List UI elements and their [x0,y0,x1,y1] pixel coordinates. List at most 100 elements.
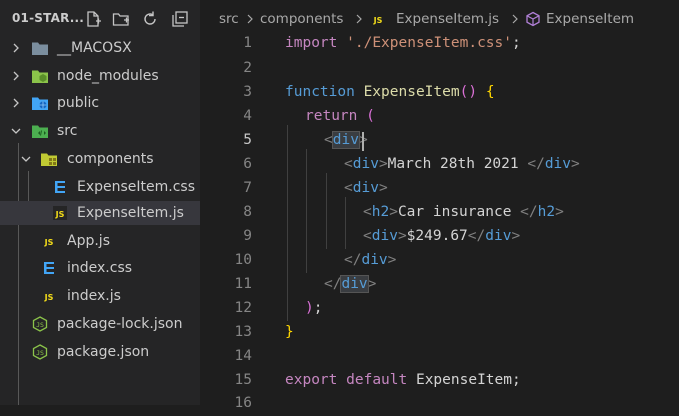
line-number: 6 [243,156,252,172]
tree-item-label: App.js [67,233,110,249]
code-line-15: 15 export default ExpenseItem; [200,369,679,393]
line-number: 2 [243,60,252,76]
line-number: 14 [234,348,252,364]
code-text: ); [305,300,323,316]
code-line-9: 9 <div>$249.67</div> [200,225,679,249]
code-line-8: 8 <h2>Car insurance </h2> [200,201,679,225]
tree-item-macosx[interactable]: __MACOSX [0,36,200,60]
code-line-7: 7 <div> [200,177,679,201]
line-number: 4 [243,108,252,124]
tree-item-label: node_modules [57,68,159,84]
code-line-16: 16 [200,392,679,416]
tree-item-public[interactable]: public [0,91,200,115]
code-line-6: 6 <div>March 28th 2021 </div> [200,153,679,177]
json-file-icon: JS [31,343,49,361]
explorer-header: 01-STAR... [0,0,200,40]
breadcrumb-src[interactable]: src [219,11,239,27]
line-number: 7 [243,180,252,196]
code-line-3: 3 function ExpenseItem() { [200,81,679,105]
code-line-1: 1 import './ExpenseItem.css'; [200,32,679,56]
tree-item-expenseitem-css[interactable]: ExpenseItem.css [0,175,200,199]
new-folder-icon[interactable] [112,10,130,28]
tree-item-package-lock-json[interactable]: JS package-lock.json [0,312,200,336]
code-line-10: 10 </div> [200,249,679,273]
explorer-title[interactable]: 01-STAR... [12,11,84,25]
explorer-sidebar: 01-STAR... __MACOSX node_modules public … [0,0,200,405]
js-file-icon: JS [371,12,385,30]
code-text: } [285,324,294,340]
svg-text:JS: JS [373,16,383,25]
code-line-11: 11 </div> [200,273,679,297]
folder-icon [31,39,49,57]
tree-item-label: index.js [67,288,121,304]
code-text: </div> [324,275,377,293]
svg-text:JS: JS [36,321,44,329]
svg-text:JS: JS [44,238,54,247]
tree-item-src[interactable]: src [0,119,200,143]
breadcrumb-symbol[interactable]: ExpenseItem [546,11,634,27]
tree-item-app-js[interactable]: JS App.js [0,229,200,253]
chevron-down-icon [19,152,33,166]
line-number: 16 [234,395,252,411]
code-line-12: 12 ); [200,297,679,321]
line-number: 9 [243,228,252,244]
code-text: <div>March 28th 2021 </div> [344,156,580,172]
components-folder-icon [40,150,58,168]
chevron-right-icon [247,14,253,24]
line-number: 12 [234,300,252,316]
code-line-2: 2 [200,57,679,81]
line-number: 13 [234,324,252,340]
css-file-icon [40,259,58,277]
line-number: 8 [243,204,252,220]
js-file-icon: JS [51,204,69,222]
tree-item-index-css[interactable]: index.css [0,256,200,280]
tree-item-label: components [67,151,154,167]
chevron-down-icon [9,124,23,138]
symbol-component-icon [525,11,541,31]
code-line-4: 4 return ( [200,105,679,129]
code-line-13: 13 } [200,321,679,345]
svg-text:JS: JS [44,293,54,302]
code-line-14: 14 [200,345,679,369]
chevron-right-icon [9,96,23,110]
public-folder-icon [31,94,49,112]
js-file-icon: JS [40,232,58,250]
new-file-icon[interactable] [84,10,102,28]
code-text: </div> [344,252,397,268]
css-file-icon [51,178,69,196]
collapse-all-icon[interactable] [171,10,189,28]
tree-item-label: public [57,95,100,111]
line-number: 10 [234,252,252,268]
text-cursor [362,132,364,151]
code-text: export default ExpenseItem; [285,372,521,388]
refresh-icon[interactable] [141,10,159,28]
code-text: function ExpenseItem() { [285,84,495,100]
tree-item-package-json[interactable]: JS package.json [0,340,200,364]
code-text: <div>$249.67</div> [363,228,521,244]
node-folder-icon [31,67,49,85]
tree-item-label: package-lock.json [57,316,183,332]
chevron-right-icon [512,14,518,24]
line-number: 1 [243,35,252,51]
vscode-window: 01-STAR... __MACOSX node_modules public … [0,0,679,411]
code-text: <div> [344,180,388,196]
tree-item-node-modules[interactable]: node_modules [0,64,200,88]
tree-item-label: ExpenseItem.js [77,205,184,221]
code-text: import './ExpenseItem.css'; [285,35,521,51]
json-file-icon: JS [31,315,49,333]
chevron-right-icon [9,69,23,83]
code-text: <h2>Car insurance </h2> [363,204,564,220]
breadcrumb-file[interactable]: ExpenseItem.js [396,11,499,27]
tree-item-label: ExpenseItem.css [77,179,196,195]
tree-item-label: src [57,123,78,139]
tree-item-label: package.json [57,344,150,360]
src-folder-icon [31,122,49,140]
chevron-right-icon [356,14,362,24]
tree-item-components[interactable]: components [0,147,200,171]
tree-item-index-js[interactable]: JS index.js [0,284,200,308]
breadcrumb-components[interactable]: components [260,11,343,27]
svg-text:JS: JS [55,210,65,219]
code-editor[interactable]: src components JS ExpenseItem.js Expense… [200,0,679,411]
tree-item-expenseitem-js[interactable]: JS ExpenseItem.js [0,201,200,225]
line-number: 11 [234,276,252,292]
